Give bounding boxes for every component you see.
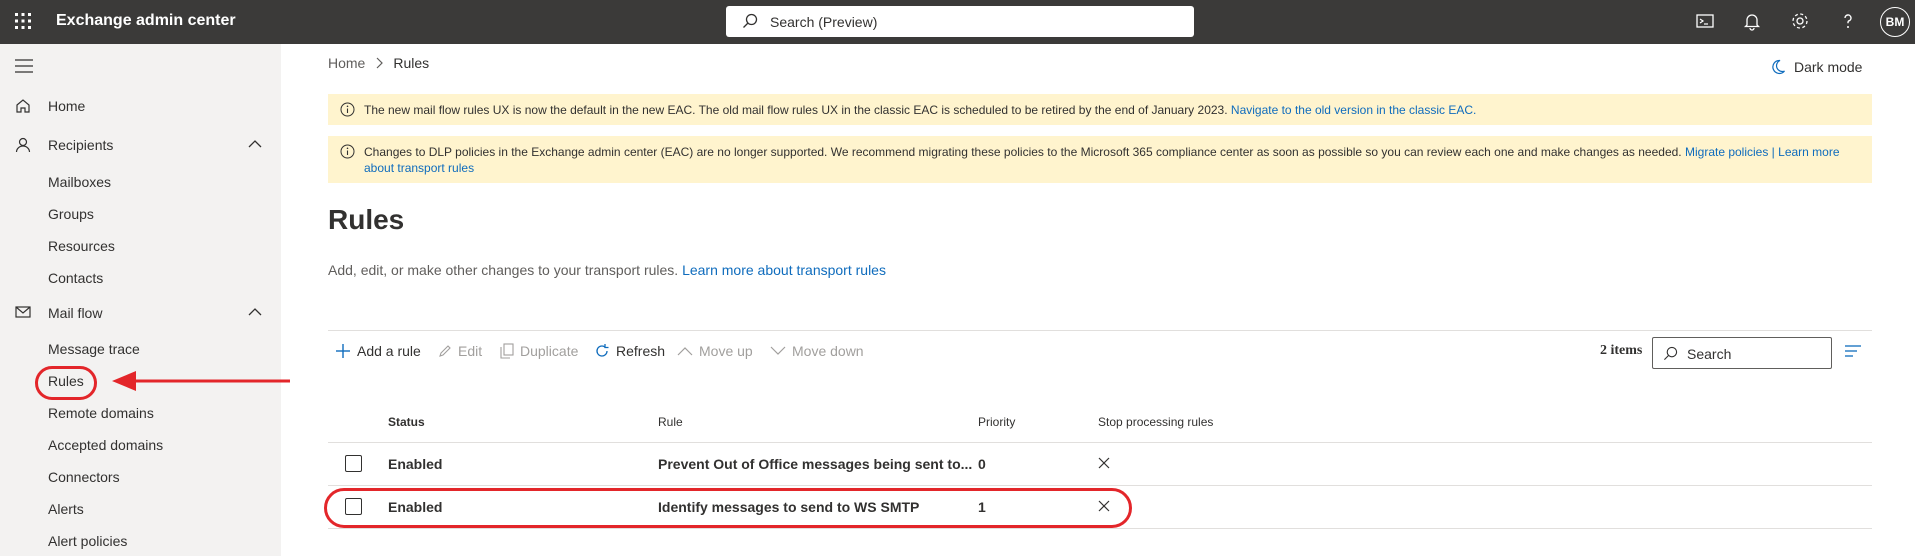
info-icon [340, 102, 355, 117]
banner-text: The new mail flow rules UX is now the de… [364, 103, 1228, 117]
info-banner-dlp: Changes to DLP policies in the Exchange … [328, 136, 1872, 183]
dark-mode-label: Dark mode [1794, 59, 1863, 75]
banner-text: Changes to DLP policies in the Exchange … [364, 145, 1682, 159]
row-rule-name[interactable]: Prevent Out of Office messages being sen… [658, 456, 972, 472]
sidebar-item-label: Mail flow [48, 305, 103, 321]
person-icon [15, 137, 31, 153]
sidebar-item-mailboxes[interactable]: Mailboxes [48, 174, 111, 194]
annotation-arrow-icon [112, 370, 292, 392]
migrate-policies-link[interactable]: Migrate policies | [1685, 145, 1775, 159]
row-status: Enabled [388, 456, 443, 472]
rules-search-placeholder: Search [1687, 346, 1732, 362]
edit-button[interactable]: Edit [438, 343, 482, 359]
page-description: Add, edit, or make other changes to your… [328, 262, 886, 278]
add-rule-label: Add a rule [357, 343, 421, 359]
home-icon [15, 98, 31, 114]
column-header-status[interactable]: Status [388, 415, 425, 429]
table-row[interactable]: Enabled Prevent Out of Office messages b… [328, 443, 1872, 486]
moon-icon [1770, 59, 1786, 75]
sidebar-item-connectors[interactable]: Connectors [48, 469, 120, 489]
divider [328, 330, 1872, 331]
sidebar-item-label: Home [48, 98, 86, 114]
global-search-placeholder: Search (Preview) [770, 14, 878, 30]
global-search-input[interactable]: Search (Preview) [726, 6, 1194, 37]
breadcrumb-current: Rules [393, 55, 430, 71]
page-title: Rules [328, 204, 405, 235]
refresh-button[interactable]: Refresh [594, 343, 665, 359]
breadcrumb-home[interactable]: Home [328, 55, 365, 71]
annotation-oval [324, 488, 1132, 528]
sidebar-item-resources[interactable]: Resources [48, 238, 115, 258]
sidebar-item-groups[interactable]: Groups [48, 206, 94, 226]
rules-search-input[interactable]: Search [1652, 337, 1832, 369]
move-down-label: Move down [792, 343, 864, 359]
move-up-label: Move up [699, 343, 753, 359]
gear-icon[interactable] [1790, 11, 1810, 31]
duplicate-label: Duplicate [520, 343, 579, 359]
sidebar-item-recipients[interactable]: Recipients [0, 128, 281, 162]
chevron-down-icon [770, 346, 786, 356]
chevron-up-icon [677, 346, 693, 356]
bell-icon[interactable] [1742, 11, 1762, 31]
filter-icon[interactable] [1845, 345, 1861, 357]
classic-eac-link[interactable]: Navigate to the old version in the class… [1231, 103, 1476, 117]
sidebar-item-home[interactable]: Home [0, 89, 281, 123]
app-launcher-icon[interactable] [14, 12, 32, 30]
hamburger-menu-icon[interactable] [15, 59, 33, 73]
breadcrumb: Home Rules [328, 55, 429, 71]
move-down-button[interactable]: Move down [770, 343, 864, 359]
items-count: 2 items [1600, 343, 1643, 358]
sidebar-item-accepted-domains[interactable]: Accepted domains [48, 437, 163, 457]
column-header-priority[interactable]: Priority [978, 415, 1015, 429]
refresh-label: Refresh [616, 343, 666, 359]
page-description-text: Add, edit, or make other changes to your… [328, 262, 679, 278]
info-icon [340, 144, 355, 159]
app-title[interactable]: Exchange admin center [56, 12, 236, 30]
column-header-rule[interactable]: Rule [658, 415, 683, 429]
chevron-up-icon[interactable] [248, 307, 262, 316]
sidebar-item-label: Recipients [48, 137, 114, 153]
sidebar: Home Recipients Mailboxes Groups Resourc… [0, 44, 281, 556]
top-bar: Exchange admin center Search (Preview) B… [0, 0, 1915, 44]
annotation-circle [35, 366, 97, 400]
sidebar-item-mail-flow[interactable]: Mail flow [0, 296, 281, 330]
help-icon[interactable] [1838, 11, 1858, 31]
row-checkbox[interactable] [345, 455, 362, 472]
info-banner-eac: The new mail flow rules UX is now the de… [328, 94, 1872, 125]
avatar[interactable]: BM [1880, 7, 1910, 37]
dark-mode-toggle[interactable]: Dark mode [1770, 59, 1862, 75]
mail-icon [15, 305, 31, 319]
move-up-button[interactable]: Move up [677, 343, 753, 359]
learn-more-transport-link[interactable]: Learn more about transport rules [682, 262, 886, 278]
refresh-icon [594, 343, 610, 359]
search-icon [742, 13, 758, 29]
sidebar-item-alerts[interactable]: Alerts [48, 501, 84, 521]
add-rule-button[interactable]: Add a rule [335, 343, 421, 359]
sidebar-item-contacts[interactable]: Contacts [48, 270, 103, 290]
sidebar-item-alert-policies[interactable]: Alert policies [48, 533, 127, 553]
sidebar-item-message-trace[interactable]: Message trace [48, 341, 140, 361]
close-icon [1098, 457, 1110, 469]
copy-icon [500, 343, 514, 359]
edit-label: Edit [458, 343, 483, 359]
column-header-stop-processing[interactable]: Stop processing rules [1098, 415, 1213, 429]
duplicate-button[interactable]: Duplicate [500, 343, 578, 359]
pencil-icon [438, 344, 452, 358]
chevron-up-icon[interactable] [248, 139, 262, 148]
terminal-icon[interactable] [1695, 11, 1715, 31]
row-priority: 0 [978, 456, 986, 472]
sidebar-item-remote-domains[interactable]: Remote domains [48, 405, 154, 425]
chevron-right-icon [375, 57, 384, 69]
search-icon [1663, 346, 1678, 361]
plus-icon [335, 343, 351, 359]
